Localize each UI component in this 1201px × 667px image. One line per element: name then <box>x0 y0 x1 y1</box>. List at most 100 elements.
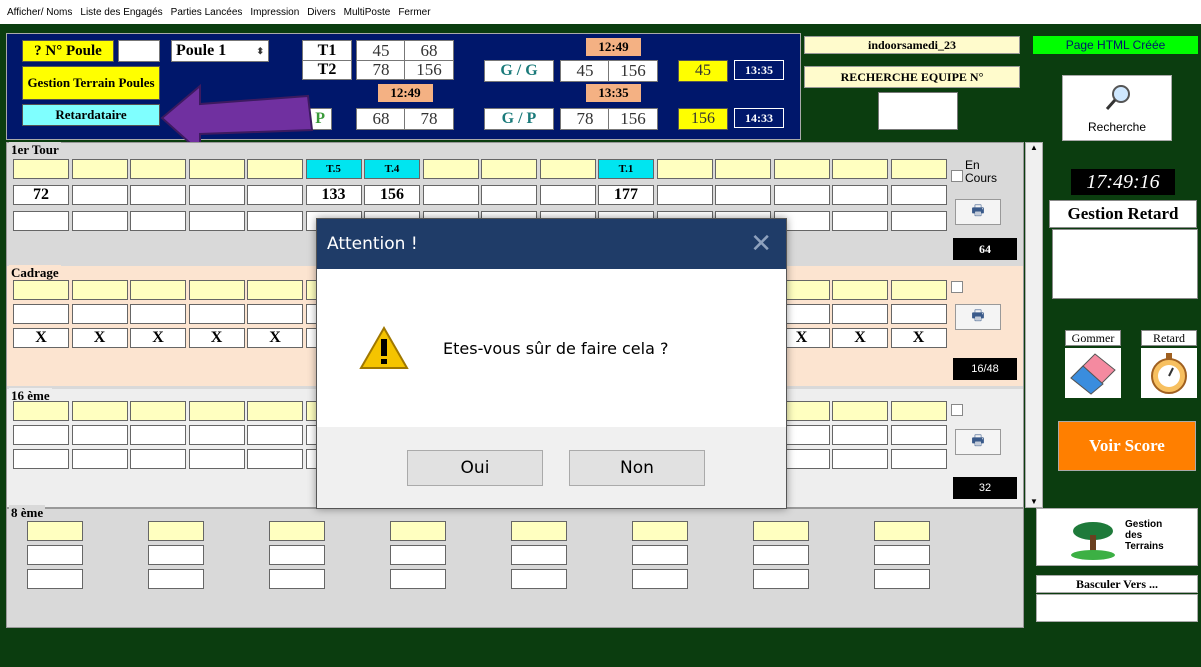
score-cell[interactable] <box>13 449 69 469</box>
x-cell[interactable]: X <box>832 328 888 348</box>
menu-afficher-noms[interactable]: Afficher/ Noms <box>7 7 72 18</box>
score-cell[interactable] <box>511 545 567 565</box>
print-icon[interactable]: 🖶 <box>955 429 1001 455</box>
retardataire-button[interactable]: Retardataire <box>22 104 160 126</box>
score-cell[interactable] <box>130 185 186 205</box>
team-label-cell[interactable] <box>832 159 888 179</box>
score-cell[interactable] <box>422 185 479 205</box>
score-cell[interactable] <box>188 185 245 205</box>
menu-impression[interactable]: Impression <box>250 7 299 18</box>
team-label-cell[interactable] <box>13 159 69 179</box>
recherche-button[interactable]: Recherche <box>1062 75 1172 141</box>
score-cell[interactable] <box>247 425 303 445</box>
team-label-cell[interactable] <box>773 159 830 179</box>
poule-number-input[interactable] <box>118 40 160 62</box>
score-cell[interactable] <box>773 185 830 205</box>
score-cell[interactable] <box>269 569 325 589</box>
vertical-scrollbar[interactable]: ▲ ▼ <box>1025 142 1043 508</box>
team-label-cell[interactable] <box>832 401 888 421</box>
team-label-cell[interactable] <box>13 401 69 421</box>
team-label-cell[interactable] <box>130 280 186 300</box>
score-cell[interactable] <box>27 545 83 565</box>
team-label-cell[interactable] <box>632 521 688 541</box>
score-cell[interactable] <box>71 449 128 469</box>
score-cell[interactable] <box>890 211 947 231</box>
score-cell[interactable]: 133 <box>305 185 362 205</box>
team-label-cell[interactable] <box>130 401 186 421</box>
team-label-cell[interactable] <box>511 521 567 541</box>
team-label-cell[interactable] <box>422 159 479 179</box>
score-cell[interactable] <box>130 425 186 445</box>
team-label-cell[interactable] <box>188 280 245 300</box>
score-cell[interactable]: 156 <box>364 185 420 205</box>
x-cell[interactable]: X <box>247 328 303 348</box>
x-cell[interactable]: X <box>13 328 69 348</box>
score-cell[interactable] <box>247 185 303 205</box>
score-cell[interactable] <box>656 185 713 205</box>
team-label-cell[interactable] <box>656 159 713 179</box>
team-label-cell[interactable] <box>188 401 245 421</box>
team-label-cell[interactable] <box>390 521 446 541</box>
team-label-cell[interactable] <box>71 401 128 421</box>
score-cell[interactable] <box>539 185 596 205</box>
team-label-cell[interactable] <box>27 521 83 541</box>
score-cell[interactable] <box>130 449 186 469</box>
x-cell[interactable]: X <box>130 328 186 348</box>
retard-button[interactable] <box>1141 348 1197 398</box>
score-cell[interactable] <box>753 545 809 565</box>
score-cell[interactable] <box>890 185 947 205</box>
score-cell[interactable] <box>832 449 888 469</box>
team-label-cell[interactable] <box>71 280 128 300</box>
score-cell[interactable] <box>13 211 69 231</box>
score-cell[interactable] <box>832 185 888 205</box>
score-cell[interactable] <box>13 304 69 324</box>
score-cell[interactable] <box>511 569 567 589</box>
non-button[interactable]: Non <box>569 449 705 486</box>
menu-parties-lancees[interactable]: Parties Lancées <box>171 7 243 18</box>
score-cell[interactable] <box>832 425 888 445</box>
score-cell[interactable] <box>188 304 245 324</box>
gestion-terrains-button[interactable]: Gestion des Terrains <box>1036 508 1198 566</box>
team-label-cell[interactable] <box>539 159 596 179</box>
score-cell[interactable] <box>148 545 204 565</box>
score-cell[interactable] <box>71 425 128 445</box>
menu-liste-engages[interactable]: Liste des Engagés <box>80 7 162 18</box>
print-icon[interactable]: 🖶 <box>955 304 1001 330</box>
team-label-cell[interactable] <box>753 521 809 541</box>
team-label-cell[interactable] <box>247 280 303 300</box>
score-cell[interactable] <box>715 185 771 205</box>
score-cell[interactable] <box>890 449 947 469</box>
score-cell[interactable] <box>148 569 204 589</box>
score-cell[interactable] <box>71 185 128 205</box>
score-cell[interactable] <box>188 449 245 469</box>
score-cell[interactable] <box>71 304 128 324</box>
score-cell[interactable] <box>753 569 809 589</box>
team-label-cell[interactable] <box>71 159 128 179</box>
x-cell[interactable]: X <box>71 328 128 348</box>
team-label-cell[interactable]: T.1 <box>598 159 654 179</box>
team-label-cell[interactable] <box>13 280 69 300</box>
basculer-input[interactable] <box>1036 594 1198 622</box>
score-cell[interactable] <box>481 185 537 205</box>
eraser-button[interactable] <box>1065 348 1121 398</box>
score-cell[interactable] <box>390 569 446 589</box>
scroll-down-icon[interactable]: ▼ <box>1026 497 1042 507</box>
score-cell[interactable]: 177 <box>598 185 654 205</box>
score-cell[interactable] <box>890 304 947 324</box>
score-cell[interactable] <box>130 304 186 324</box>
score-cell[interactable] <box>247 211 303 231</box>
team-label-cell[interactable]: T.4 <box>364 159 420 179</box>
team-label-cell[interactable] <box>890 159 947 179</box>
team-label-cell[interactable] <box>247 401 303 421</box>
x-cell[interactable]: X <box>890 328 947 348</box>
gestion-retard-list[interactable] <box>1052 229 1198 299</box>
score-cell[interactable] <box>13 425 69 445</box>
score-cell[interactable] <box>188 211 245 231</box>
recherche-equipe-input[interactable] <box>878 92 958 130</box>
score-cell[interactable] <box>874 545 930 565</box>
score-cell[interactable] <box>832 304 888 324</box>
16eme-checkbox[interactable] <box>951 404 963 416</box>
x-cell[interactable]: X <box>188 328 245 348</box>
team-label-cell[interactable] <box>874 521 930 541</box>
team-label-cell[interactable] <box>148 521 204 541</box>
